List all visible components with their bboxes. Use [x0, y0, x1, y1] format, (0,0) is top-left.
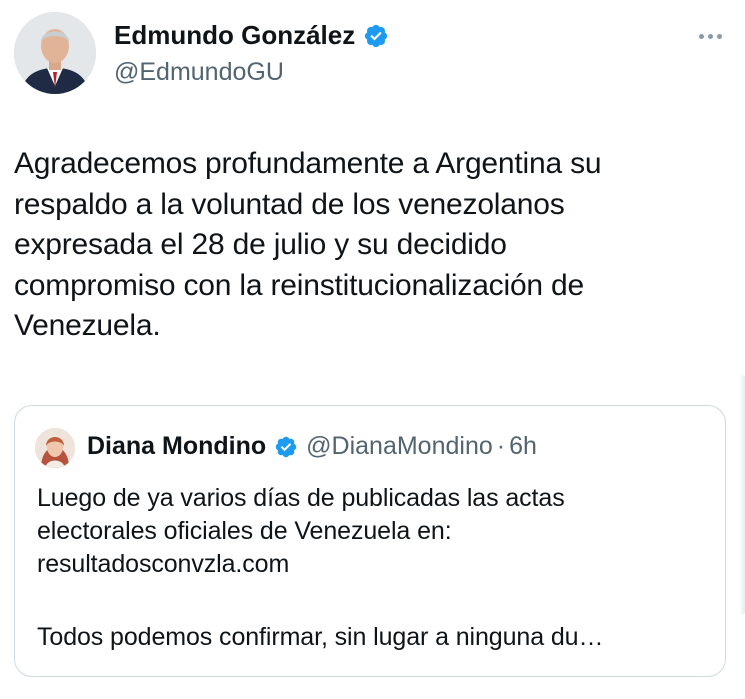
author-handle[interactable]: @EdmundoGU — [114, 58, 284, 87]
quote-paragraph-gap — [37, 581, 707, 621]
quote-author-name[interactable]: Diana Mondino — [87, 432, 266, 461]
author-avatar-image — [14, 12, 96, 94]
verified-badge-icon — [275, 436, 297, 457]
tweet-text-line: Agradecemos profundamente a Argentina su — [14, 147, 602, 180]
quote-author-avatar[interactable] — [35, 428, 75, 468]
tweet-text-line: respaldo a la voluntad de los venezolano… — [14, 187, 565, 221]
quote-avatar-image — [35, 428, 75, 468]
tweet-text-line: expresada el 28 de julio y su decidido — [14, 228, 507, 261]
more-dot — [707, 33, 713, 39]
quoted-tweet-card[interactable]: Diana Mondino @DianaMondino · 6h Luego d… — [14, 405, 726, 677]
quote-body: Luego de ya varios días de publicadas la… — [37, 482, 707, 654]
scrollbar-edge — [739, 375, 745, 615]
author-avatar[interactable] — [14, 12, 96, 94]
quote-author-handle[interactable]: @DianaMondino — [306, 432, 493, 461]
author-name[interactable]: Edmundo González — [114, 20, 355, 51]
quote-line: Luego de ya varios días de publicadas la… — [37, 484, 565, 512]
quote-header: Diana Mondino @DianaMondino · 6h — [87, 432, 537, 461]
quote-line: resultadosconvzla.com — [37, 550, 290, 578]
author-name-row: Edmundo González — [114, 20, 389, 51]
more-dot — [698, 33, 704, 39]
quote-line: electorales oficiales de Venezuela en: — [37, 517, 452, 545]
quote-timestamp[interactable]: 6h — [509, 432, 537, 461]
quote-truncated-line: Todos podemos confirmar, sin lugar a nin… — [37, 623, 604, 651]
tweet-text-line: Venezuela. — [14, 309, 161, 342]
tweet-text: Agradecemos profundamente a Argentina su… — [14, 144, 714, 347]
more-options-icon[interactable] — [690, 24, 730, 48]
verified-badge-icon — [365, 24, 388, 47]
tweet-text-line: compromiso con la reinstitucionalización… — [14, 268, 585, 302]
more-dot — [716, 33, 722, 39]
quote-separator: · — [496, 432, 506, 460]
